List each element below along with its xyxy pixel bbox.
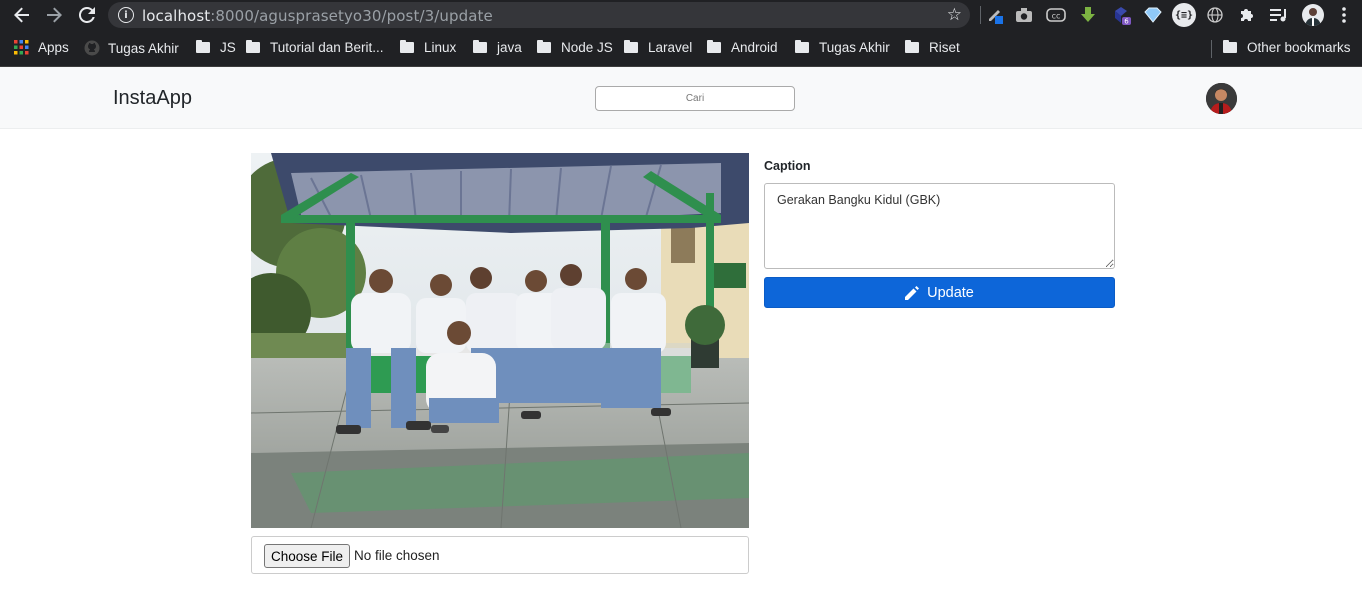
bookmark-apps[interactable]: Apps xyxy=(14,40,69,55)
menu-dots-icon[interactable] xyxy=(1334,5,1354,25)
svg-text:cc: cc xyxy=(1052,12,1061,21)
folder-icon xyxy=(624,40,638,53)
address-bar[interactable]: i localhost:8000/agusprasetyo30/post/3/u… xyxy=(108,2,970,28)
bookmark-other[interactable]: Other bookmarks xyxy=(1223,40,1351,55)
folder-icon xyxy=(400,40,414,53)
post-image xyxy=(251,153,749,528)
globe-extension-icon[interactable] xyxy=(1205,5,1225,25)
bookmark-folder[interactable]: Android xyxy=(707,40,778,55)
caption-label: Caption xyxy=(764,159,811,173)
back-icon[interactable] xyxy=(11,4,33,26)
puzzle-icon[interactable] xyxy=(1237,5,1257,25)
file-status-text: No file chosen xyxy=(354,548,440,563)
folder-icon xyxy=(795,40,809,53)
bookmark-label: Tutorial dan Berit... xyxy=(270,40,384,55)
bookmark-label: Tugas Akhir xyxy=(819,40,890,55)
bookmark-label: Other bookmarks xyxy=(1247,40,1351,55)
bookmark-folder[interactable]: Tutorial dan Berit... xyxy=(246,40,384,55)
search-input[interactable] xyxy=(595,86,795,111)
browser-toolbar: i localhost:8000/agusprasetyo30/post/3/u… xyxy=(0,0,1362,30)
bookmark-label: Linux xyxy=(424,40,457,55)
site-info-icon[interactable]: i xyxy=(118,7,134,23)
bookmark-folder[interactable]: Riset xyxy=(905,40,960,55)
folder-icon xyxy=(1223,40,1237,53)
reload-icon[interactable] xyxy=(76,4,98,26)
profile-avatar-icon[interactable] xyxy=(1302,4,1324,26)
brand-logo[interactable]: InstaApp xyxy=(113,87,192,110)
media-queue-icon[interactable] xyxy=(1269,5,1289,25)
bookmark-folder[interactable]: Linux xyxy=(400,40,456,55)
folder-icon xyxy=(196,40,210,53)
bookmark-label: JS xyxy=(220,40,236,55)
update-button-label: Update xyxy=(927,284,974,301)
caption-textarea[interactable]: Gerakan Bangku Kidul (GBK) xyxy=(764,183,1115,269)
app-navbar: InstaApp xyxy=(0,67,1362,129)
svg-text:6: 6 xyxy=(1124,18,1129,26)
cube-extension-icon[interactable]: 6 xyxy=(1111,5,1131,25)
bookmark-label: Node JS xyxy=(561,40,613,55)
bookmark-item[interactable]: Tugas Akhir xyxy=(84,40,179,56)
update-button[interactable]: Update xyxy=(764,277,1115,308)
github-icon xyxy=(84,40,100,56)
bookmark-label: Tugas Akhir xyxy=(108,40,179,56)
toolbar-divider xyxy=(980,6,981,24)
bookmark-folder[interactable]: java xyxy=(473,40,522,55)
pencil-icon xyxy=(905,285,920,300)
folder-icon xyxy=(473,40,487,53)
user-avatar[interactable] xyxy=(1206,83,1237,114)
folder-icon xyxy=(537,40,551,53)
url-text[interactable]: localhost:8000/agusprasetyo30/post/3/upd… xyxy=(142,7,493,25)
choose-file-button[interactable]: Choose File xyxy=(264,544,350,568)
diamond-extension-icon[interactable] xyxy=(1143,5,1163,25)
bookmark-label: Android xyxy=(731,40,778,55)
forward-icon[interactable] xyxy=(43,4,65,26)
camera-extension-icon[interactable] xyxy=(1014,5,1034,25)
bookmarks-divider xyxy=(1211,40,1212,58)
folder-icon xyxy=(905,40,919,53)
bookmark-folder[interactable]: Tugas Akhir xyxy=(795,40,890,55)
apps-grid-icon xyxy=(14,40,29,55)
bookmark-folder[interactable]: Node JS xyxy=(537,40,613,55)
cc-extension-icon[interactable]: cc xyxy=(1046,5,1066,25)
download-extension-icon[interactable] xyxy=(1078,5,1098,25)
bookmark-folder[interactable]: Laravel xyxy=(624,40,692,55)
folder-icon xyxy=(707,40,721,53)
pen-extension-icon[interactable] xyxy=(985,5,1005,25)
bookmark-label: Apps xyxy=(38,40,69,55)
json-extension-icon[interactable]: {≡} xyxy=(1172,3,1196,27)
folder-icon xyxy=(246,40,260,53)
bookmark-label: java xyxy=(497,40,522,55)
bookmark-label: Riset xyxy=(929,40,960,55)
file-upload-field[interactable]: Choose File No file chosen xyxy=(251,536,749,574)
bookmark-label: Laravel xyxy=(648,40,693,55)
bookmarks-bar: Apps Tugas Akhir JS Tutorial dan Berit..… xyxy=(0,30,1362,67)
bookmark-folder[interactable]: JS xyxy=(196,40,236,55)
bookmark-star-icon[interactable]: ☆ xyxy=(947,5,962,25)
